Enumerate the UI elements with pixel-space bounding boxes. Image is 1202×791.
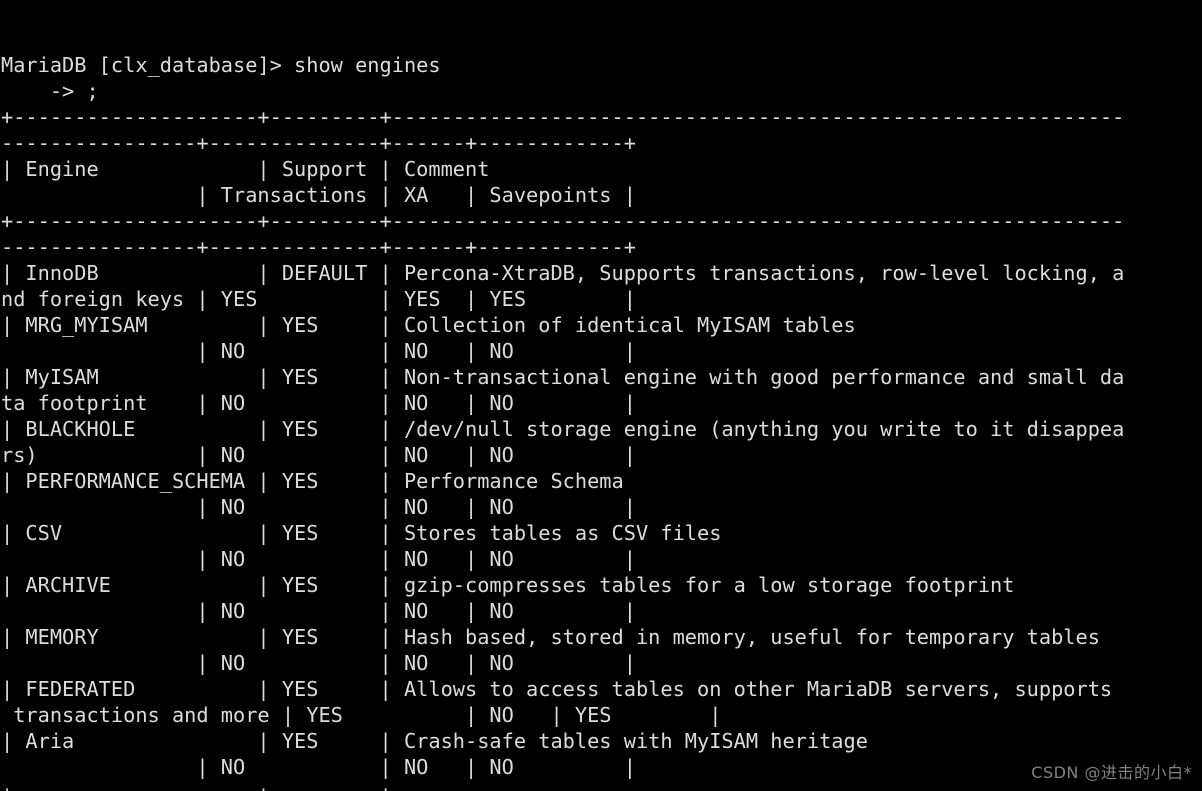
terminal-output: MariaDB [clx_database]> show engines -> … [1, 53, 1125, 791]
terminal-window[interactable]: MariaDB [clx_database]> show engines -> … [0, 0, 1202, 791]
